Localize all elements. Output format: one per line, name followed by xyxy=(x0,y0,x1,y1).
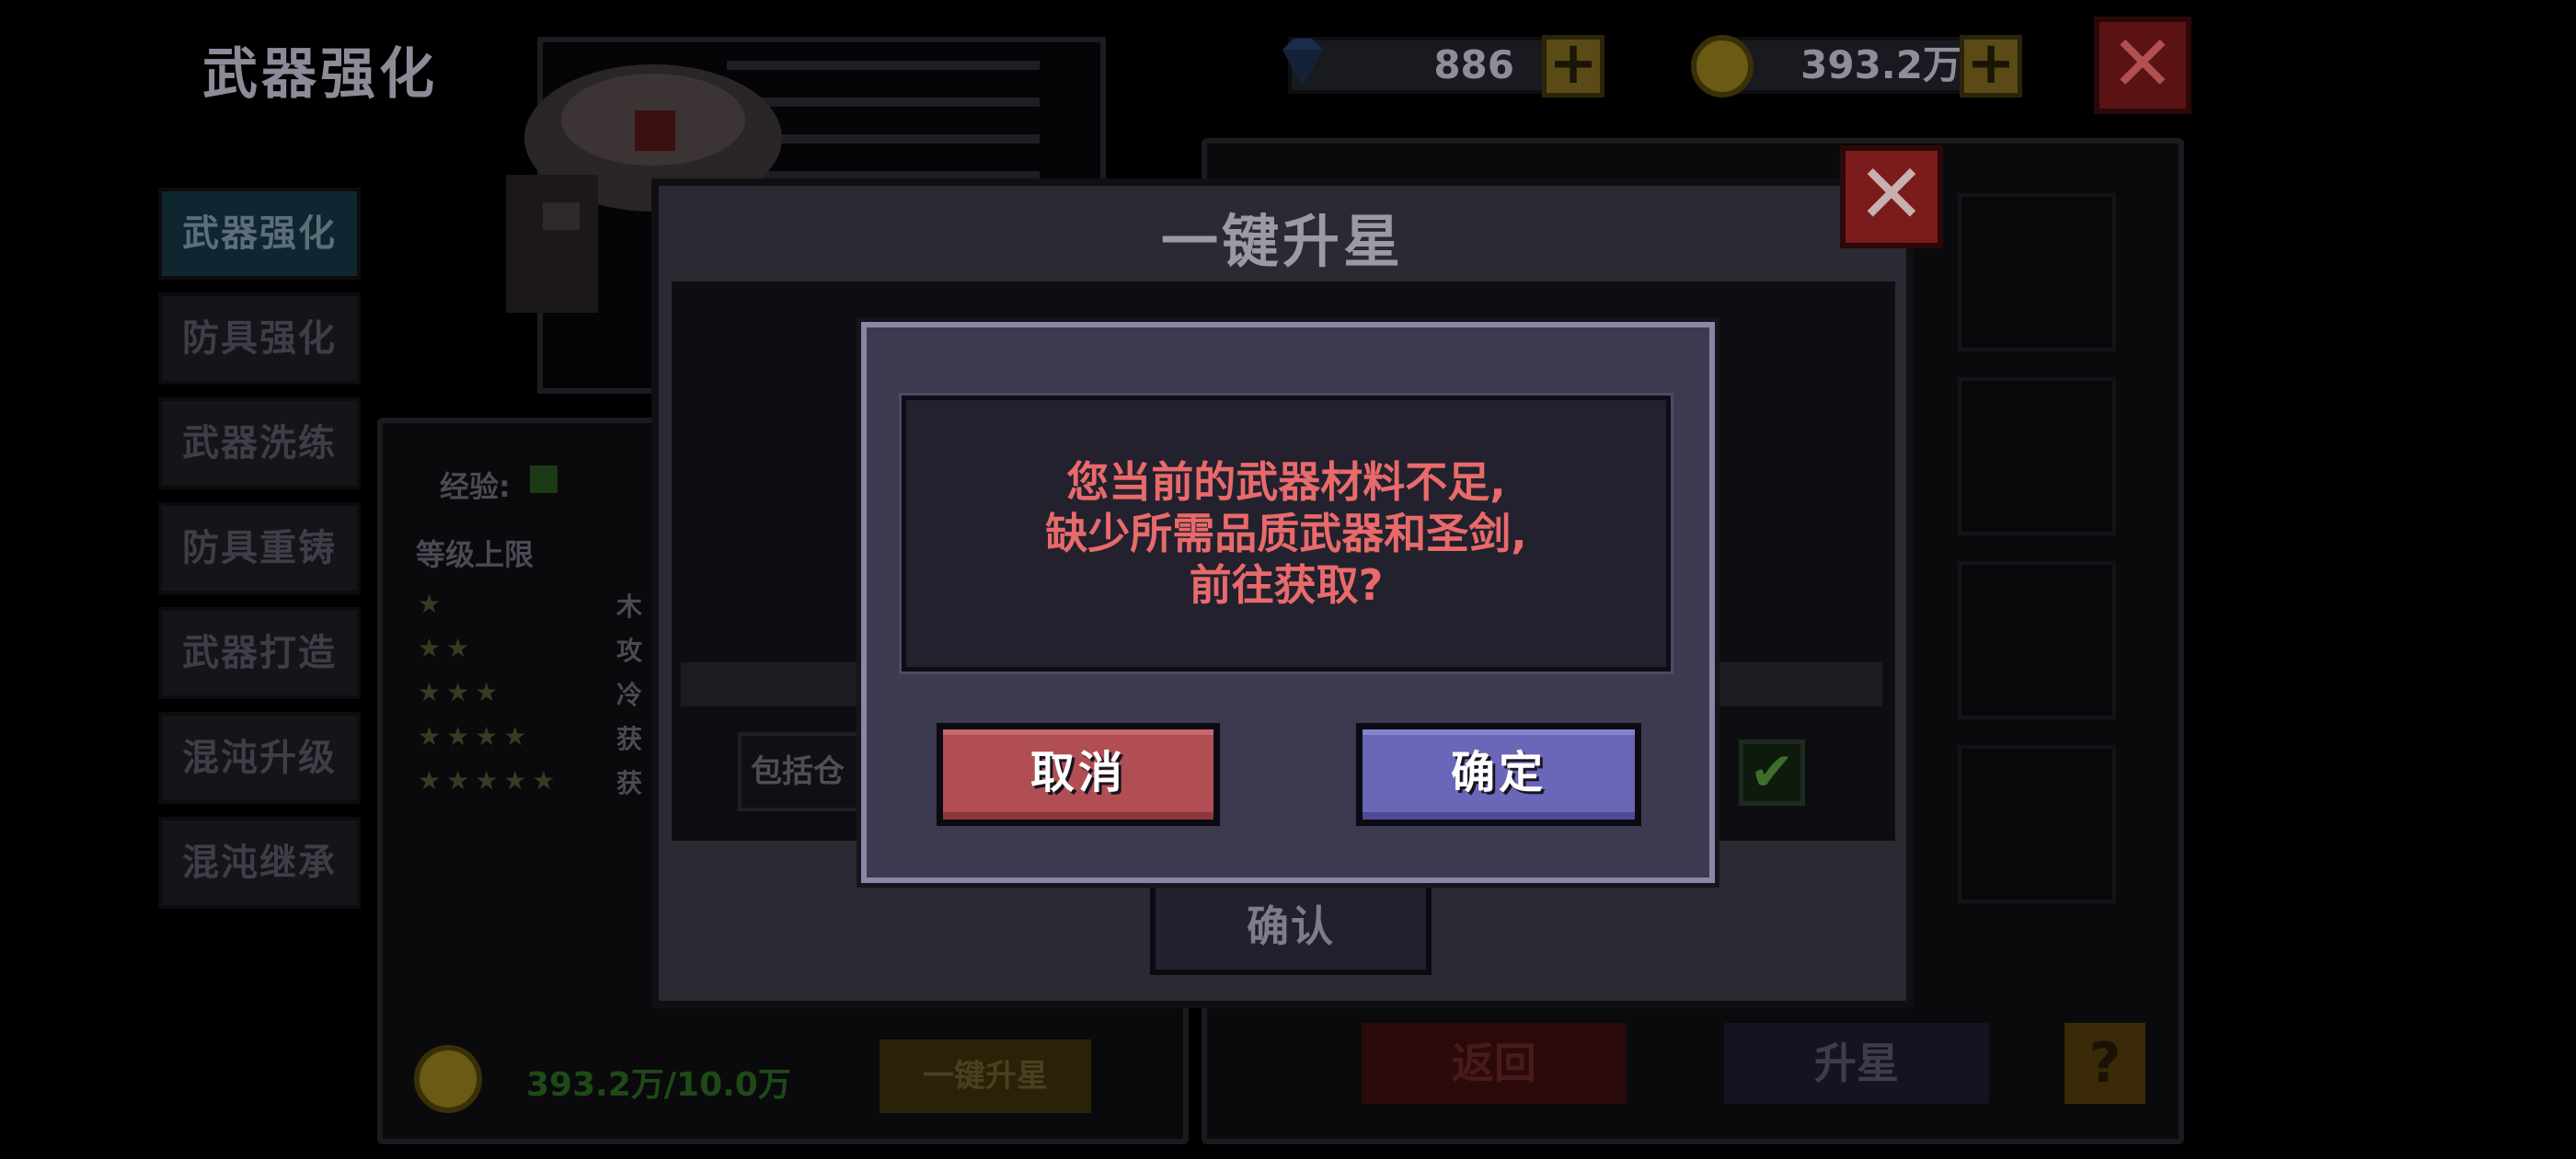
sidebar-item-chaos-inherit[interactable]: 混沌继承 xyxy=(158,817,361,909)
inventory-slot[interactable] xyxy=(1958,561,2116,719)
sidebar-item-armor-recast[interactable]: 防具重铸 xyxy=(158,502,361,594)
exp-bar xyxy=(530,465,558,493)
sidebar-item-armor-enhance[interactable]: 防具强化 xyxy=(158,293,361,384)
star-row-1: ★ xyxy=(418,589,447,619)
star-row-4: ★★★★ xyxy=(418,721,533,752)
coin-icon xyxy=(1691,35,1754,98)
inventory-slot[interactable] xyxy=(1958,193,2116,351)
star-row-2: ★★ xyxy=(418,633,476,663)
star-row-5: ★★★★★ xyxy=(418,765,561,796)
sidebar-item-weapon-forge[interactable]: 武器打造 xyxy=(158,607,361,699)
modal-close-button[interactable]: ✕ xyxy=(1840,145,1943,248)
close-screen-button[interactable]: ✕ xyxy=(2094,17,2191,114)
sidebar-item-weapon-enhance[interactable]: 武器强化 xyxy=(158,188,361,280)
inventory-slot[interactable] xyxy=(1958,377,2116,535)
alert-message-line-1: 您当前的武器材料不足, xyxy=(1066,457,1506,507)
modal-confirm-button[interactable]: 确认 xyxy=(1150,879,1432,975)
close-icon: ✕ xyxy=(1857,146,1926,243)
close-icon: ✕ xyxy=(2110,18,2176,109)
stat-row-label-4: 获 xyxy=(616,724,643,754)
stat-row-label-3: 冷 xyxy=(616,680,643,710)
gem-icon xyxy=(1282,39,1323,86)
stat-row-label-2: 攻 xyxy=(616,636,643,666)
checkmark-icon: ✔ xyxy=(1749,740,1795,803)
cost-text: 393.2万/10.0万 xyxy=(526,1066,791,1104)
star-up-button[interactable]: 升星 xyxy=(1719,1017,1995,1109)
page-title: 武器强化 xyxy=(202,42,438,107)
one-key-star-button[interactable]: 一键升星 xyxy=(874,1034,1097,1119)
include-warehouse-checkbox[interactable]: ✔ xyxy=(1739,740,1805,806)
help-button[interactable]: ? xyxy=(2059,1017,2151,1109)
sidebar-item-weapon-refine[interactable]: 武器洗练 xyxy=(158,397,361,489)
star-row-3: ★★★ xyxy=(418,677,504,707)
stat-row-label-5: 获 xyxy=(616,768,643,798)
back-button[interactable]: 返回 xyxy=(1356,1017,1632,1109)
sidebar-item-chaos-upgrade[interactable]: 混沌升级 xyxy=(158,712,361,804)
inventory-slot[interactable] xyxy=(1958,745,2116,903)
alert-message: 您当前的武器材料不足, 缺少所需品质武器和圣剑, 前往获取? xyxy=(902,456,1671,611)
add-gems-button[interactable]: + xyxy=(1542,34,1604,98)
exp-label: 经验: xyxy=(440,469,511,504)
alert-message-line-2: 缺少所需品质武器和圣剑, xyxy=(1045,509,1527,558)
ok-button[interactable]: 确定 xyxy=(1356,723,1641,826)
cancel-button[interactable]: 取消 xyxy=(937,723,1220,826)
modal-title: 一键升星 xyxy=(1160,208,1404,275)
level-cap-label: 等级上限 xyxy=(416,537,535,572)
stat-row-label-1: 木 xyxy=(616,591,643,622)
cost-coin-icon xyxy=(414,1045,482,1113)
add-coins-button[interactable]: + xyxy=(1960,34,2022,98)
alert-message-line-3: 前往获取? xyxy=(1189,560,1384,610)
